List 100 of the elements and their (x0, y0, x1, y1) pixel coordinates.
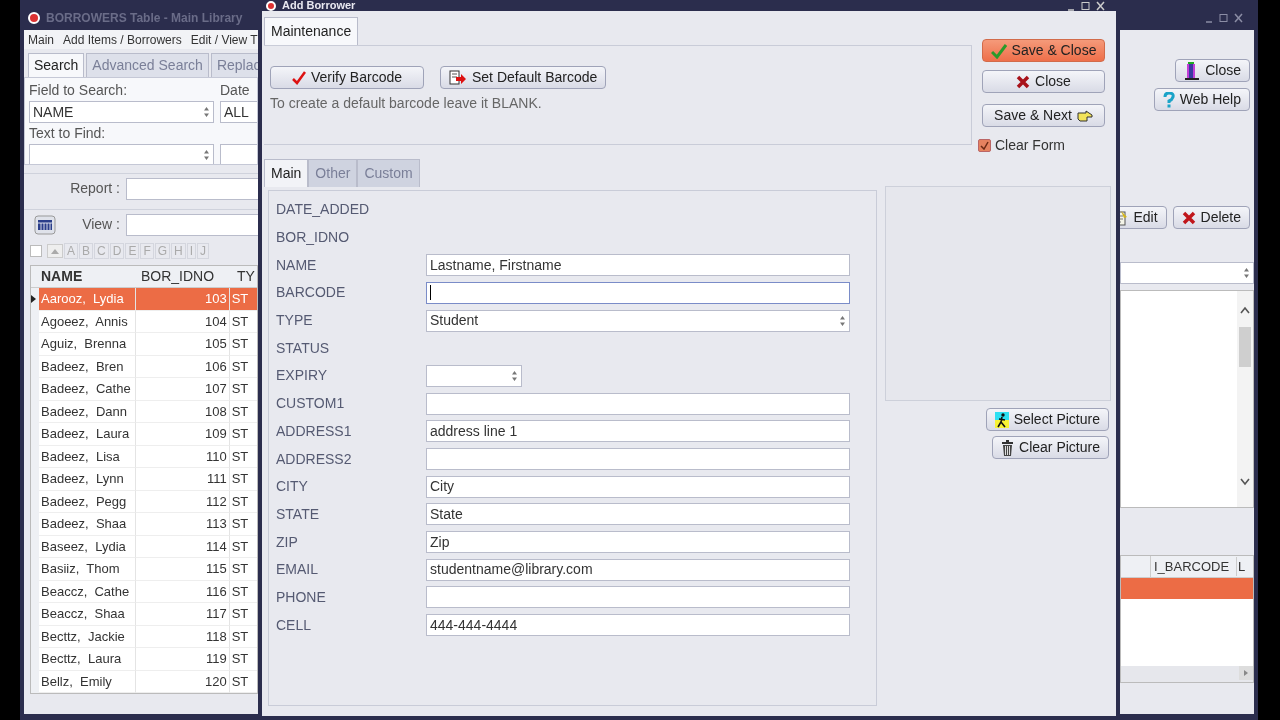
check-icon (980, 141, 989, 150)
close-button[interactable]: Close (982, 70, 1105, 93)
field-label: STATUS (276, 338, 331, 358)
table-icon (34, 214, 56, 235)
table-cell: 113 (136, 513, 230, 536)
select-field[interactable] (29, 144, 214, 164)
column-header[interactable]: BOR_IDNO (139, 266, 235, 287)
tab[interactable]: Main (264, 159, 309, 187)
table-cell: ST (229, 468, 257, 491)
checkbox[interactable] (30, 245, 42, 257)
list-box[interactable] (1120, 290, 1254, 508)
field-label: Report : (69, 179, 120, 198)
tab[interactable]: Maintenance (264, 17, 359, 45)
table-cell: 117 (136, 603, 230, 626)
text-field[interactable]: studentname@library.com (426, 558, 850, 581)
row-pointer-icon (31, 295, 36, 304)
table-cell: Badeez, Cathe (39, 378, 137, 401)
text-field[interactable] (426, 281, 850, 304)
table-cell: Badeez, Lynn (39, 468, 137, 491)
column-header[interactable]: I_BARCODE (1151, 556, 1237, 577)
column-header[interactable]: NAME (39, 266, 139, 287)
delete-button[interactable]: Delete (1172, 206, 1250, 229)
field-label: CUSTOM1 (276, 394, 346, 414)
text-cursor (430, 285, 431, 301)
window-title: BORROWERS Table - Main Library (46, 10, 243, 27)
text-field[interactable]: 444-444-4444 (426, 614, 850, 637)
x-icon (1181, 210, 1196, 225)
text-field[interactable] (126, 213, 258, 236)
text-field[interactable]: City (426, 475, 850, 498)
menu-item[interactable]: Edit / View T (190, 30, 258, 49)
field-label: View : (81, 215, 120, 234)
table-cell: ST (229, 378, 257, 401)
field-label: PHONE (276, 587, 327, 607)
select-field[interactable]: NAME (29, 101, 214, 123)
column-header[interactable]: TY (235, 266, 257, 287)
scroll-top-icon (47, 244, 63, 258)
table-cell: 103 (136, 288, 230, 311)
table-cell: 120 (136, 670, 230, 693)
spinner-icon (203, 106, 210, 118)
field-label: BARCODE (276, 283, 347, 303)
table-cell: 111 (136, 468, 230, 491)
field-label: ZIP (276, 532, 299, 552)
text-field[interactable]: address line 1 (426, 420, 850, 443)
spinner-icon (511, 369, 518, 382)
select-field[interactable]: ALL (220, 101, 257, 123)
pointing-hand-icon (1076, 108, 1093, 123)
field-label: STATE (276, 504, 321, 524)
help-button[interactable]: Web Help (1153, 88, 1250, 111)
table-cell: ST (229, 288, 257, 311)
text-field[interactable]: State (426, 503, 850, 526)
table-cell: ST (229, 423, 257, 446)
text-field[interactable] (426, 448, 850, 471)
column-header[interactable]: L (1237, 556, 1249, 577)
menu-item[interactable]: Add Items / Borrowers (63, 30, 182, 49)
window-controls-icon[interactable] (1066, 0, 1106, 11)
select-picture-button[interactable]: Select Picture (985, 408, 1109, 431)
field-label: ADDRESS1 (276, 421, 353, 441)
text-field[interactable] (426, 392, 850, 415)
text-field[interactable]: Zip (426, 531, 850, 554)
checkmark-icon (291, 70, 306, 85)
set-default-barcode-button[interactable]: Set Default Barcode (440, 66, 607, 89)
select-field[interactable] (220, 144, 257, 164)
verify-barcode-button[interactable]: Verify Barcode (270, 66, 424, 89)
save-and-close-button[interactable]: Save & Close (982, 39, 1105, 62)
table-cell: 105 (136, 333, 230, 356)
close-button[interactable]: Close (1175, 59, 1250, 82)
date-field[interactable] (426, 364, 522, 387)
clear-form-checkbox[interactable]: Clear Form (978, 135, 1065, 156)
window-title: Add Borrower (282, 0, 356, 11)
save-and-next-button[interactable]: Save & Next (982, 104, 1105, 127)
scroll-right-icon (1239, 666, 1253, 680)
field-label: Date (220, 81, 251, 100)
text-field[interactable] (426, 586, 850, 609)
row-selector[interactable] (31, 288, 39, 311)
table-cell: 107 (136, 378, 230, 401)
text-field[interactable] (126, 177, 258, 200)
scrollbar-icon[interactable] (1237, 291, 1253, 507)
spinner-icon (1243, 267, 1250, 279)
table-cell: Badeez, Shaa (39, 513, 137, 536)
tab[interactable]: Search (28, 53, 85, 77)
table-row[interactable] (1121, 578, 1253, 599)
table-cell: ST (229, 513, 257, 536)
text-field[interactable]: Lastname, Firstname (426, 254, 850, 277)
select-field[interactable] (1120, 262, 1254, 284)
field-label: BOR_IDNO (276, 228, 351, 248)
field-label: EMAIL (276, 560, 319, 580)
field-label: TYPE (276, 311, 314, 331)
select-field[interactable]: Student (426, 309, 850, 332)
window-controls-icon[interactable] (1204, 13, 1244, 23)
field-label: Field to Search: (29, 81, 129, 100)
table-cell: Beaccz, Shaa (39, 603, 137, 626)
clear-picture-button[interactable]: Clear Picture (992, 436, 1109, 459)
trash-can-icon (1001, 439, 1015, 456)
document-arrow-icon (449, 69, 467, 86)
field-label: CELL (276, 615, 313, 635)
table-cell: Badeez, Laura (39, 423, 137, 446)
table-cell: Becttz, Laura (39, 648, 137, 671)
menu-item[interactable]: Main (28, 30, 54, 49)
spinner-icon (203, 149, 210, 161)
table-cell: 115 (136, 558, 230, 581)
